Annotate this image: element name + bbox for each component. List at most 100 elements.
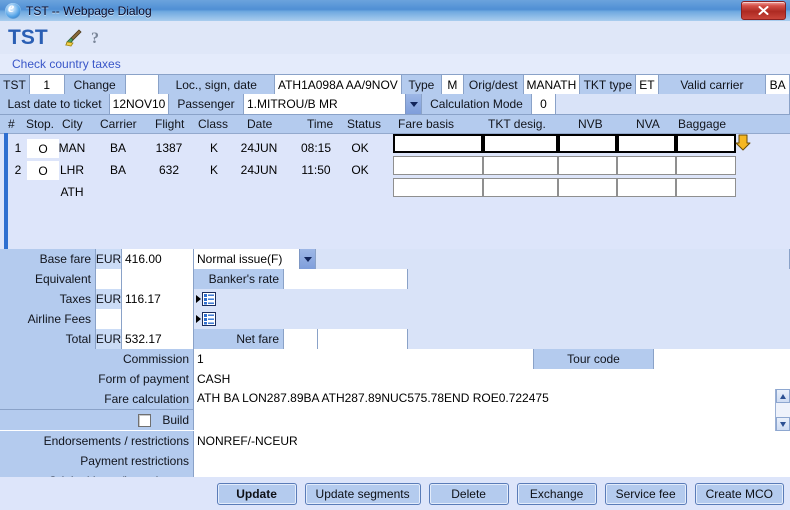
tst-row1-value-5[interactable]: ATH1A098A AA/9NOV bbox=[274, 75, 402, 95]
close-button[interactable] bbox=[741, 1, 786, 20]
fee-list-icon[interactable] bbox=[202, 312, 216, 326]
tst-row1-value-1[interactable]: 1 bbox=[30, 75, 65, 95]
segment-nvb-input[interactable] bbox=[558, 178, 617, 197]
commission-value[interactable]: 1 bbox=[194, 349, 534, 369]
endorsements-value[interactable]: NONREF/-NCEUR bbox=[194, 431, 790, 451]
equivalent-row: Equivalent Banker's rate bbox=[0, 269, 790, 290]
net-fare-value[interactable] bbox=[318, 329, 408, 349]
segments-header-row: # Stop. City Carrier Flight Class Date Time Stat… bbox=[0, 115, 790, 134]
segment-city: LHR bbox=[59, 163, 84, 177]
segment-fare-basis-input[interactable] bbox=[393, 156, 483, 175]
tst-info-row-1: TST 1 Change Loc., sign, date ATH1A098A AA/9… bbox=[0, 74, 790, 96]
segment-baggage-input[interactable] bbox=[676, 178, 736, 197]
segment-nvb-input[interactable] bbox=[558, 134, 617, 153]
fare-calculation-value: ATH BA LON287.89BA ATH287.89NUC575.78END… bbox=[197, 391, 549, 405]
segment-tkt-desig-input[interactable] bbox=[483, 178, 558, 197]
total-label: Total bbox=[0, 329, 96, 349]
segment-fare-basis-input[interactable] bbox=[393, 134, 483, 153]
segment-fare-basis-input[interactable] bbox=[393, 178, 483, 197]
segments-column-header-stop: Stop. bbox=[26, 117, 55, 131]
tst-row2-value-1[interactable]: 12NOV10 bbox=[110, 94, 169, 114]
airline-fees-detail-cell bbox=[194, 309, 790, 329]
taxes-expand-arrow-icon[interactable] bbox=[196, 295, 201, 303]
bankers-rate-value[interactable] bbox=[284, 269, 408, 289]
issue-type-select[interactable]: Normal issue(F) bbox=[194, 249, 316, 269]
segment-nva-input[interactable] bbox=[617, 156, 676, 175]
dialog-body: TST ? Check country taxes TST 1 Change L… bbox=[0, 21, 790, 510]
endorsements-label: Endorsements / restrictions bbox=[0, 431, 194, 451]
form-of-payment-value[interactable]: CASH bbox=[194, 369, 790, 389]
equivalent-filler bbox=[408, 269, 790, 289]
segment-tkt-desig-input[interactable] bbox=[483, 134, 558, 153]
airline-fees-row: Airline Fees bbox=[0, 309, 790, 330]
fare-calculation-scrollbar[interactable] bbox=[775, 389, 790, 431]
tst-row1-value-11[interactable]: ET bbox=[636, 75, 659, 95]
fees-expand-arrow-icon[interactable] bbox=[196, 315, 201, 323]
tour-code-value[interactable] bbox=[654, 349, 790, 369]
segment-stop-field[interactable]: O bbox=[27, 161, 59, 180]
broom-icon[interactable] bbox=[64, 28, 84, 47]
tst-row1-value-9[interactable]: MANATH bbox=[523, 75, 581, 95]
tst-row1-value-13[interactable]: BA bbox=[766, 75, 790, 95]
tst-row1-label-valid-carrier: Valid carrier bbox=[658, 75, 767, 95]
segment-baggage-input[interactable] bbox=[676, 134, 736, 153]
form-of-payment-label: Form of payment bbox=[0, 369, 194, 389]
net-fare-currency[interactable] bbox=[284, 329, 318, 349]
service-fee-button[interactable]: Service fee bbox=[604, 482, 687, 505]
tst-row1-label-change: Change bbox=[64, 75, 126, 95]
chevron-down-icon[interactable] bbox=[405, 94, 421, 114]
net-fare-label: Net fare bbox=[194, 329, 284, 349]
create-mco-button[interactable]: Create MCO bbox=[694, 482, 784, 505]
base-fare-row: Base fare EUR 416.00 Normal issue(F) bbox=[0, 249, 790, 270]
issue-type-value: Normal issue(F) bbox=[197, 252, 283, 266]
total-filler bbox=[408, 329, 790, 349]
tst-row2-label-passenger: Passenger bbox=[169, 94, 244, 114]
segments-table: # Stop. City Carrier Flight Class Date Time Stat… bbox=[0, 115, 790, 249]
tst-row1-value-7[interactable]: M bbox=[441, 75, 464, 95]
segment-baggage-input[interactable] bbox=[676, 156, 736, 175]
tst-row2-passenger-select[interactable]: 1.MITROU/B MR bbox=[244, 94, 422, 114]
scroll-up-icon[interactable] bbox=[776, 389, 790, 403]
tst-row2-value-5[interactable]: 0 bbox=[532, 94, 556, 114]
segment-nva-input[interactable] bbox=[617, 134, 676, 153]
total-row: Total EUR 532.17 Net fare bbox=[0, 329, 790, 350]
exchange-button[interactable]: Exchange bbox=[516, 482, 597, 505]
fare-calculation-textarea[interactable]: ATH BA LON287.89BA ATH287.89NUC575.78END… bbox=[194, 389, 790, 431]
segment-carrier: BA bbox=[109, 141, 126, 155]
scroll-down-icon[interactable] bbox=[776, 417, 790, 431]
delete-button[interactable]: Delete bbox=[428, 482, 509, 505]
payment-restrictions-value[interactable] bbox=[194, 451, 790, 471]
window-title: TST -- Webpage Dialog bbox=[26, 3, 152, 18]
equivalent-currency[interactable] bbox=[96, 269, 122, 289]
update-segments-button[interactable]: Update segments bbox=[304, 482, 421, 505]
tst-row1-value-3[interactable] bbox=[125, 75, 159, 95]
tst-row1-label-tst: TST bbox=[0, 75, 30, 95]
tour-code-label: Tour code bbox=[534, 349, 654, 369]
commission-label: Commission bbox=[0, 349, 194, 369]
link-bar: Check country taxes bbox=[0, 54, 790, 75]
equivalent-value[interactable] bbox=[122, 269, 194, 289]
build-checkbox[interactable] bbox=[138, 413, 152, 427]
total-currency: EUR bbox=[96, 329, 122, 349]
base-fare-filler bbox=[316, 249, 790, 269]
airline-fees-currency[interactable] bbox=[96, 309, 122, 329]
segment-stop-field[interactable]: O bbox=[27, 139, 59, 158]
segments-column-header-flight: Flight bbox=[155, 117, 185, 131]
update-button[interactable]: Update bbox=[216, 482, 297, 505]
help-question-icon[interactable]: ? bbox=[90, 29, 104, 47]
segment-flight: 632 bbox=[158, 163, 180, 177]
airline-fees-value[interactable] bbox=[122, 309, 194, 329]
segment-date: 24JUN bbox=[240, 163, 278, 177]
taxes-value[interactable]: 116.17 bbox=[122, 289, 194, 309]
segment-nva-input[interactable] bbox=[617, 178, 676, 197]
action-button-bar: Update Update segments Delete Exchange Servi… bbox=[0, 477, 790, 510]
base-fare-value[interactable]: 416.00 bbox=[122, 249, 194, 269]
tax-list-icon[interactable] bbox=[202, 292, 216, 306]
chevron-down-icon[interactable] bbox=[299, 249, 315, 269]
total-value[interactable]: 532.17 bbox=[122, 329, 194, 349]
tst-info-row-2: Last date to ticket 12NOV10 Passenger 1.MIT… bbox=[0, 94, 790, 115]
airline-fees-label: Airline Fees bbox=[0, 309, 96, 329]
check-country-taxes-link[interactable]: Check country taxes bbox=[12, 57, 121, 71]
segment-tkt-desig-input[interactable] bbox=[483, 156, 558, 175]
segment-nvb-input[interactable] bbox=[558, 156, 617, 175]
